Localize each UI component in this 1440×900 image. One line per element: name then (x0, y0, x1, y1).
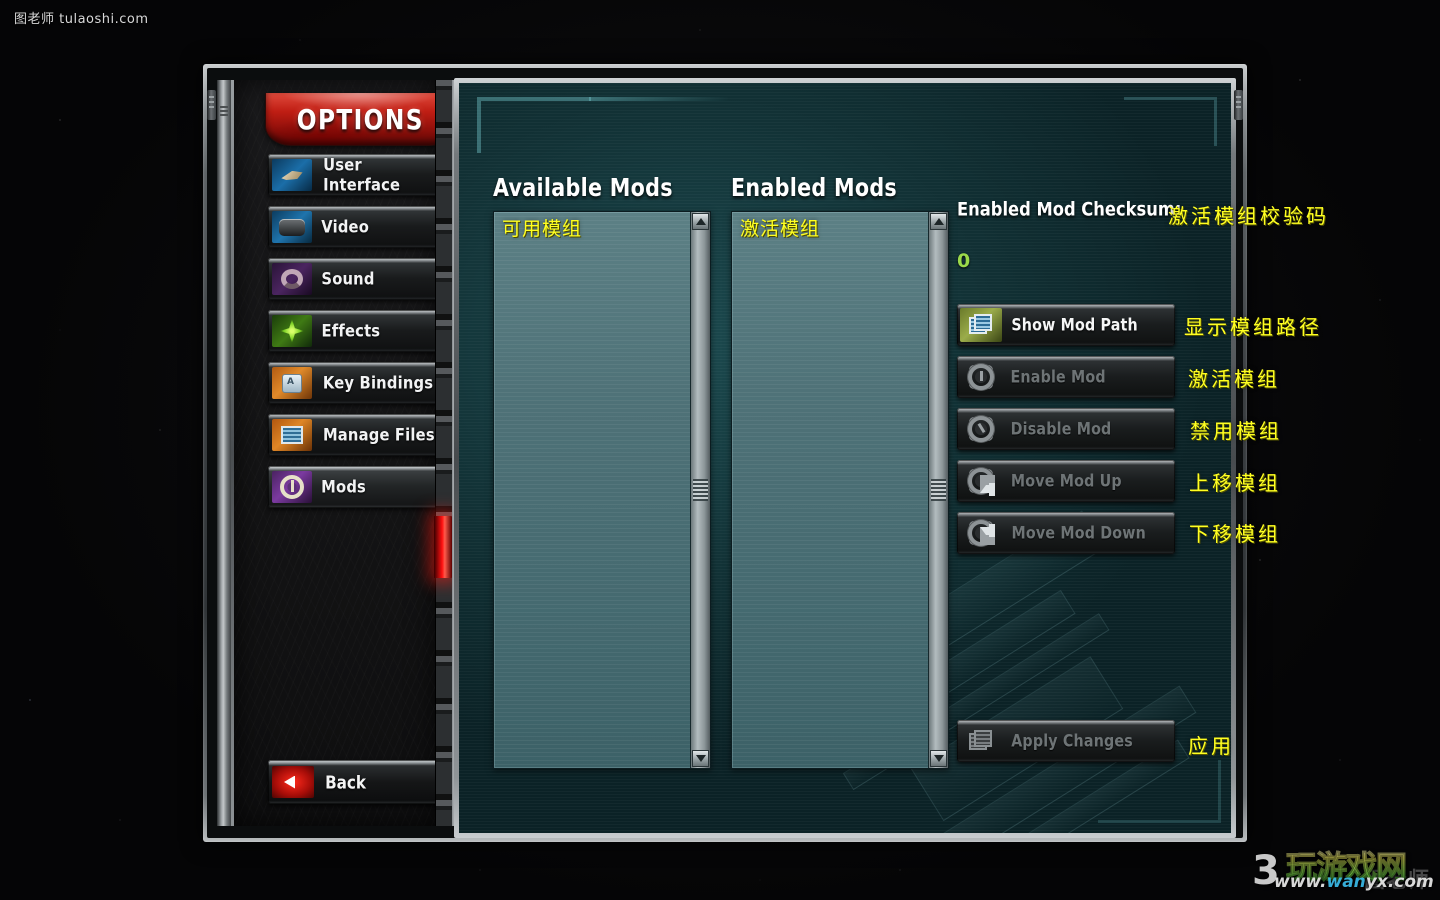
enabled-mods-listbox[interactable]: 激活模组 (731, 211, 949, 769)
sidebar-item-label: Manage Files (322, 425, 435, 445)
back-arrow-icon (272, 766, 314, 798)
corner-bracket-top-right (1124, 97, 1217, 146)
power-gear-icon (272, 471, 312, 503)
ship-icon (272, 159, 312, 191)
show-mod-path-button[interactable]: Show Mod Path (957, 304, 1175, 346)
sidebar-item-manage-files[interactable]: Manage Files (268, 414, 446, 456)
checksum-label: Enabled Mod Checksum: (957, 199, 1182, 221)
monitor-icon (272, 211, 312, 243)
sidebar-item-effects[interactable]: Effects (268, 310, 446, 352)
move-mod-down-label: Move Mod Down (1011, 523, 1146, 543)
sidebar-item-label: Effects (321, 321, 381, 341)
watermark-top-left: 图老师 tulaoshi.com (14, 12, 149, 27)
sidebar-item-mods[interactable]: Mods (268, 466, 446, 508)
options-title-plate: OPTIONS (265, 93, 455, 146)
sidebar-item-video[interactable]: Video (268, 206, 446, 248)
scrollbar-thumb[interactable] (693, 479, 708, 501)
sidebar-rail-left (217, 80, 231, 826)
move-mod-up-label: Move Mod Up (1010, 471, 1122, 491)
enable-mod-button[interactable]: Enable Mod (957, 356, 1175, 398)
watermark-url: www.wanyx.com (1274, 872, 1434, 892)
frame-tab-left (207, 90, 216, 120)
scroll-down-arrow-icon[interactable] (692, 750, 709, 767)
sparkle-icon (272, 315, 312, 347)
scroll-up-arrow-icon[interactable] (930, 213, 947, 230)
power-gear-icon (960, 360, 1002, 394)
watermark-bottom-right: 图老师 3 玩游戏网 www.wanyx.com (1252, 838, 1434, 896)
documents-icon (960, 308, 1002, 342)
sidebar-item-sound[interactable]: Sound (268, 258, 446, 300)
available-mods-scrollbar[interactable] (690, 212, 710, 768)
files-icon (272, 419, 312, 451)
scroll-down-arrow-icon[interactable] (930, 750, 947, 767)
move-mod-down-button[interactable]: Move Mod Down (957, 512, 1175, 554)
corner-bracket-top-left (477, 97, 729, 153)
show-mod-path-label: Show Mod Path (1011, 315, 1138, 335)
enabled-mods-header: Enabled Mods (731, 174, 898, 203)
gear-slash-icon (960, 412, 1002, 446)
checksum-value: 0 (957, 250, 971, 272)
watermark-url-suffix: yx.com (1365, 872, 1434, 892)
apply-changes-label: Apply Changes (1011, 731, 1133, 751)
back-button-label: Back (325, 771, 367, 793)
available-mods-header: Available Mods (493, 174, 673, 203)
move-mod-up-button[interactable]: Move Mod Up (957, 460, 1175, 502)
available-mods-listbox[interactable]: 可用模组 (493, 211, 711, 769)
active-item-glow (434, 516, 452, 578)
options-title-text: OPTIONS (296, 102, 424, 136)
frame-tab-right (1234, 90, 1243, 120)
headphones-icon (272, 263, 312, 295)
enabled-mods-annotation: 激活模组 (740, 218, 821, 240)
documents-icon (960, 724, 1002, 758)
sidebar-item-label: User Interface (323, 155, 401, 195)
sidebar-item-label: Key Bindings (322, 373, 434, 393)
available-mods-annotation: 可用模组 (502, 218, 583, 240)
gear-arrow-up-icon (960, 464, 1002, 498)
watermark-url-prefix: www. (1274, 872, 1327, 892)
options-sidebar: OPTIONS User Interface Video Sound Effec… (231, 80, 455, 826)
corner-bracket-bottom-right (1098, 760, 1221, 823)
enabled-mods-scrollbar[interactable] (928, 212, 948, 768)
sidebar-item-label: Mods (321, 477, 367, 497)
scrollbar-thumb[interactable] (931, 479, 946, 501)
gear-arrow-down-icon (960, 516, 1002, 550)
sidebar-item-label: Sound (321, 269, 375, 289)
disable-mod-label: Disable Mod (1010, 419, 1112, 439)
sidebar-item-key-bindings[interactable]: Key Bindings (268, 362, 446, 404)
enable-mod-label: Enable Mod (1010, 367, 1106, 387)
watermark-url-mid: wan (1326, 872, 1366, 892)
scroll-up-arrow-icon[interactable] (692, 213, 709, 230)
sidebar-item-label: Video (321, 217, 370, 237)
back-button[interactable]: Back (268, 760, 454, 804)
sidebar-item-user-interface[interactable]: User Interface (268, 154, 446, 196)
apply-changes-button[interactable]: Apply Changes (957, 720, 1175, 762)
keyboard-key-icon (272, 367, 312, 399)
disable-mod-button[interactable]: Disable Mod (957, 408, 1175, 450)
